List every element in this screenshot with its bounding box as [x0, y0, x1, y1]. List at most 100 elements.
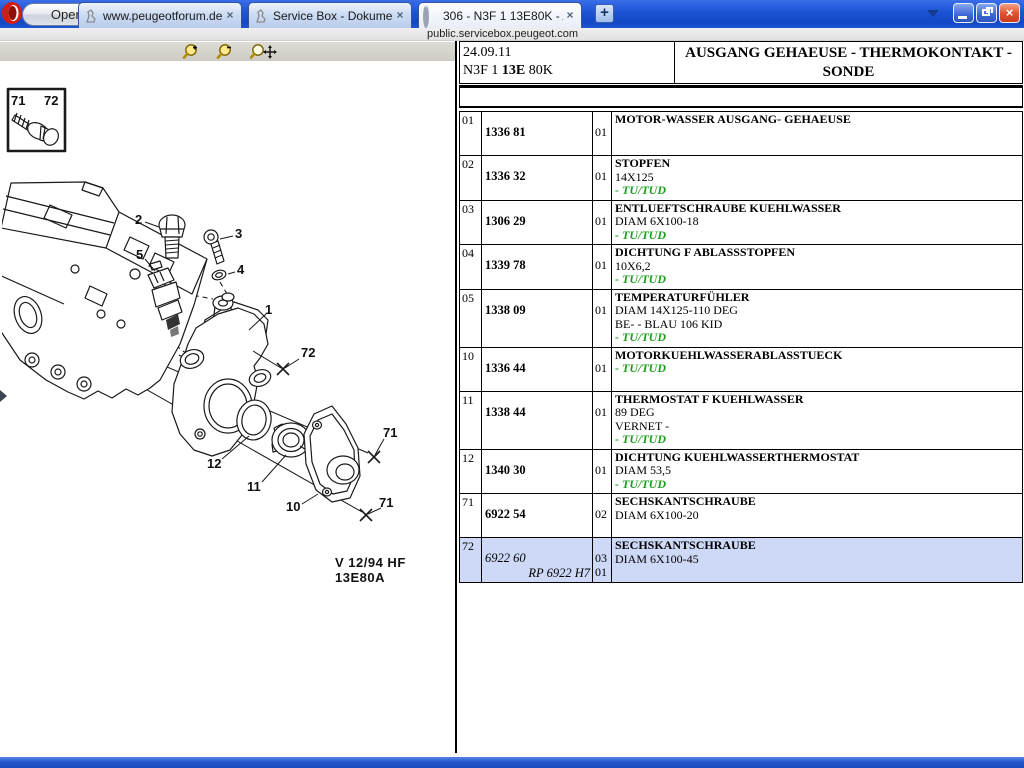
part-number-cell: 1336 81: [482, 112, 593, 155]
callout-71a: 71: [383, 425, 397, 440]
table-row[interactable]: 72 6922 60 RP 6922 H7 03 01 SECHSKANTSCH…: [460, 538, 1022, 582]
tab-close-icon[interactable]: ×: [223, 9, 237, 23]
section-title: AUSGANG GEHAEUSE - THERMOKONTAKT - SONDE: [675, 42, 1022, 83]
zoom-out-icon[interactable]: [216, 43, 234, 60]
description-line: 10X6,2: [615, 260, 1022, 274]
callout-4: 4: [237, 262, 245, 277]
quantity: 02: [595, 507, 611, 521]
table-row[interactable]: 01 1336 81 01 MOTOR-WASSER AUSGANG- GEHA…: [460, 112, 1022, 156]
chevron-down-icon[interactable]: [927, 10, 939, 17]
description-line: - TU/TUD: [615, 184, 1022, 198]
quantity-cell: 01: [593, 201, 612, 245]
tab-servicebox-doku[interactable]: Service Box - Dokumenta... ×: [248, 2, 412, 28]
panel-expand-arrow-icon[interactable]: [0, 390, 7, 402]
part-number-cell: 6922 54: [482, 494, 593, 537]
part-number-cell: 1336 44: [482, 348, 593, 391]
quantity-cell: 01: [593, 348, 612, 391]
quantity-secondary: 01: [595, 565, 611, 579]
description-cell: SECHSKANTSCHRAUBEDIAM 6X100-20: [612, 494, 1022, 537]
part-number-cell: 1338 44: [482, 392, 593, 449]
minimize-button[interactable]: [953, 3, 974, 23]
description-line: DIAM 53,5: [615, 464, 1022, 478]
part-number: 1338 09: [485, 303, 592, 318]
item-ref: 71: [460, 494, 482, 537]
table-row[interactable]: 02 1336 32 01 STOPFEN14X125- TU/TUD: [460, 156, 1022, 201]
tab-close-icon[interactable]: ×: [393, 9, 407, 23]
description-line: VERNET -: [615, 420, 1022, 434]
exploded-diagram[interactable]: 71 72 2 3 4 5 1 72 12 11 10 71 71: [2, 62, 454, 582]
quantity-cell: 01: [593, 245, 612, 289]
quantity-cell: 01: [593, 392, 612, 449]
part-number-cell: 1338 09: [482, 290, 593, 347]
description-line: MOTORKUEHLWASSERABLASSTUECK: [615, 349, 1022, 363]
part-number: 1336 32: [485, 169, 592, 184]
description-cell: MOTORKUEHLWASSERABLASSTUECK- TU/TUD: [612, 348, 1022, 391]
tab-title: Service Box - Dokumenta...: [273, 9, 393, 23]
description-line: - TU/TUD: [615, 478, 1022, 492]
description-line: - TU/TUD: [615, 362, 1022, 376]
quantity: 03: [595, 551, 611, 565]
description-cell: THERMOSTAT F KUEHLWASSER89 DEGVERNET -- …: [612, 392, 1022, 449]
item-ref: 72: [460, 538, 482, 582]
replacement-part-number: RP 6922 H7: [485, 566, 592, 580]
part-number: 1339 78: [485, 258, 592, 273]
part-number: 1306 29: [485, 214, 592, 229]
description-line: SECHSKANTSCHRAUBE: [615, 495, 1022, 509]
table-row[interactable]: 04 1339 78 01 DICHTUNG F ABLASSSTOPFEN10…: [460, 245, 1022, 290]
description-line: MOTOR-WASSER AUSGANG- GEHAEUSE: [615, 113, 1022, 127]
zoom-pan-icon[interactable]: [250, 43, 278, 60]
item-ref: 02: [460, 156, 482, 200]
description-line: DIAM 6X100-18: [615, 215, 1022, 229]
tab-306-parts[interactable]: 306 - N3F 1 13E80K - AU... ×: [418, 2, 582, 28]
diagram-pane: 71 72 2 3 4 5 1 72 12 11 10 71 71 V 12/9…: [0, 41, 457, 753]
tab-close-icon[interactable]: ×: [563, 9, 577, 23]
item-ref: 04: [460, 245, 482, 289]
description-cell: SECHSKANTSCHRAUBEDIAM 6X100-45: [612, 538, 1022, 582]
parts-table-body: 01 1336 81 01 MOTOR-WASSER AUSGANG- GEHA…: [459, 111, 1023, 583]
part-number-cell: 1306 29: [482, 201, 593, 245]
description-line: SECHSKANTSCHRAUBE: [615, 539, 1022, 553]
inset-label-71: 71: [11, 93, 25, 108]
catalog-date: 24.09.11: [463, 44, 674, 62]
description-cell: DICHTUNG F ABLASSSTOPFEN10X6,2- TU/TUD: [612, 245, 1022, 289]
quantity: 01: [595, 125, 611, 139]
part-number: 6922 54: [485, 507, 592, 522]
part-number-cell: 6922 60 RP 6922 H7: [482, 538, 593, 582]
callout-10: 10: [286, 499, 300, 514]
description-line: - TU/TUD: [615, 273, 1022, 287]
table-row[interactable]: 05 1338 09 01 TEMPERATURFÜHLERDIAM 14X12…: [460, 290, 1022, 348]
callout-1: 1: [265, 302, 272, 317]
parts-header: 24.09.11 N3F 1 13E 80K AUSGANG GEHAEUSE …: [459, 41, 1023, 84]
model-code: N3F 1 13E 80K: [463, 62, 674, 80]
new-tab-button[interactable]: +: [595, 4, 614, 23]
table-row[interactable]: 03 1306 29 01 ENTLUEFTSCHRAUBE KUEHLWASS…: [460, 201, 1022, 246]
item-ref: 01: [460, 112, 482, 155]
close-button[interactable]: ×: [999, 3, 1020, 23]
table-row[interactable]: 71 6922 54 02 SECHSKANTSCHRAUBEDIAM 6X10…: [460, 494, 1022, 538]
quantity: 01: [595, 463, 611, 477]
zoom-in-icon[interactable]: [182, 43, 200, 60]
window-bottom-border: [0, 757, 1024, 768]
quantity: 01: [595, 303, 611, 317]
item-ref: 03: [460, 201, 482, 245]
part-number: 1340 30: [485, 463, 592, 478]
description-cell: DICHTUNG KUEHLWASSERTHERMOSTATDIAM 53,5-…: [612, 450, 1022, 494]
loading-spinner-icon: [423, 8, 439, 24]
address-bar: public.servicebox.peugeot.com: [0, 28, 1024, 41]
table-row[interactable]: 12 1340 30 01 DICHTUNG KUEHLWASSERTHERMO…: [460, 450, 1022, 495]
description-line: DICHTUNG KUEHLWASSERTHERMOSTAT: [615, 451, 1022, 465]
part-number: 1336 81: [485, 125, 592, 140]
description-line: - TU/TUD: [615, 229, 1022, 243]
description-line: TEMPERATURFÜHLER: [615, 291, 1022, 305]
peugeot-lion-icon: [83, 8, 99, 24]
restore-button[interactable]: [976, 3, 997, 23]
description-line: - TU/TUD: [615, 433, 1022, 447]
quantity: 01: [595, 258, 611, 272]
table-row[interactable]: 11 1338 44 01 THERMOSTAT F KUEHLWASSER89…: [460, 392, 1022, 450]
description-line: STOPFEN: [615, 157, 1022, 171]
table-row[interactable]: 10 1336 44 01 MOTORKUEHLWASSERABLASSTUEC…: [460, 348, 1022, 392]
part-number-cell: 1336 32: [482, 156, 593, 200]
callout-11: 11: [247, 479, 261, 494]
description-line: ENTLUEFTSCHRAUBE KUEHLWASSER: [615, 202, 1022, 216]
tab-peugeotforum[interactable]: www.peugeotforum.de •... ×: [78, 2, 242, 28]
